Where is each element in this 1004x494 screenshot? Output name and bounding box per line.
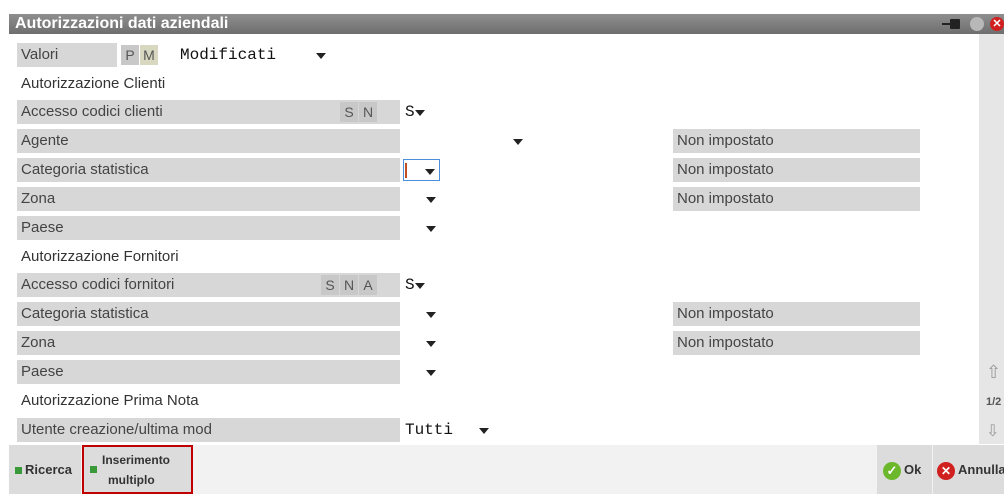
paese-fornitori-select[interactable]	[403, 361, 440, 383]
valori-label: Valori	[17, 43, 117, 67]
minimize-icon[interactable]	[970, 17, 984, 31]
accesso-clienti-option-s[interactable]: S	[340, 102, 358, 122]
chevron-down-icon	[479, 428, 489, 434]
valori-value: Modificati	[180, 46, 277, 64]
categoria-clienti-label: Categoria statistica	[17, 158, 400, 182]
green-square-icon	[90, 466, 97, 473]
check-icon: ✓	[883, 461, 901, 480]
categoria-clienti-select[interactable]	[403, 159, 440, 181]
accesso-fornitori-value: S	[405, 276, 415, 294]
accesso-fornitori-option-n[interactable]: N	[340, 275, 358, 295]
paese-clienti-select[interactable]	[403, 217, 440, 239]
scroll-page-indicator: 1/2	[986, 396, 1002, 408]
zona-clienti-select[interactable]	[403, 188, 440, 210]
agente-label: Agente	[17, 129, 400, 153]
valori-option-p[interactable]: P	[121, 45, 139, 65]
paese-clienti-label: Paese	[17, 216, 400, 240]
zona-fornitori-select[interactable]	[403, 332, 440, 354]
text-cursor	[405, 163, 407, 178]
green-square-icon	[15, 467, 22, 475]
utente-label: Utente creazione/ultima mod	[17, 418, 400, 442]
window-title: Autorizzazioni dati aziendali	[15, 15, 229, 32]
scroll-up-icon[interactable]: ⇧	[986, 362, 1001, 383]
accesso-clienti-options: S N	[340, 102, 378, 122]
zona-fornitori-label: Zona	[17, 331, 400, 355]
window-titlebar: Autorizzazioni dati aziendali ✕	[9, 14, 1004, 34]
chevron-down-icon	[513, 139, 523, 145]
agente-status: Non impostato	[673, 129, 920, 153]
close-icon[interactable]: ✕	[990, 17, 1004, 31]
valori-option-m[interactable]: M	[140, 45, 158, 65]
footer-toolbar: Ricerca Inserimento multiplo ✓ Ok ✕ Annull…	[9, 445, 1004, 494]
accesso-fornitori-option-a[interactable]: A	[359, 275, 377, 295]
scroll-down-icon[interactable]: ⇩	[986, 421, 999, 441]
section-prima-nota: Autorizzazione Prima Nota	[21, 392, 199, 409]
valori-select[interactable]: Modificati	[178, 44, 330, 66]
annulla-button[interactable]: ✕ Annulla	[933, 445, 1004, 494]
chevron-down-icon	[426, 197, 436, 203]
categoria-clienti-status: Non impostato	[673, 158, 920, 182]
chevron-down-icon	[415, 283, 425, 289]
chevron-down-icon	[316, 53, 326, 59]
ok-button[interactable]: ✓ Ok	[877, 445, 932, 494]
categoria-fornitori-select[interactable]	[403, 303, 440, 325]
zona-clienti-label: Zona	[17, 187, 400, 211]
categoria-fornitori-label: Categoria statistica	[17, 302, 400, 326]
utente-value: Tutti	[405, 421, 454, 439]
agente-select[interactable]	[403, 130, 527, 152]
paese-fornitori-label: Paese	[17, 360, 400, 384]
chevron-down-icon	[426, 370, 436, 376]
accesso-fornitori-options: S N A	[321, 275, 378, 295]
inserimento-multiplo-button[interactable]: Inserimento multiplo	[82, 445, 193, 494]
cancel-icon: ✕	[937, 461, 955, 480]
categoria-fornitori-status: Non impostato	[673, 302, 920, 326]
accesso-fornitori-option-s[interactable]: S	[321, 275, 339, 295]
zona-fornitori-status: Non impostato	[673, 331, 920, 355]
chevron-down-icon	[426, 341, 436, 347]
accesso-fornitori-select[interactable]: S	[403, 274, 429, 296]
titlebar-controls: ✕	[942, 14, 1004, 34]
section-fornitori: Autorizzazione Fornitori	[21, 248, 179, 265]
chevron-down-icon	[426, 226, 436, 232]
utente-select[interactable]: Tutti	[403, 419, 493, 441]
chevron-down-icon	[415, 110, 425, 116]
accesso-clienti-value: S	[405, 103, 415, 121]
accesso-clienti-select[interactable]: S	[403, 101, 429, 123]
chevron-down-icon	[425, 169, 435, 175]
accesso-clienti-option-n[interactable]: N	[359, 102, 377, 122]
pin-icon[interactable]	[942, 18, 964, 30]
ricerca-button[interactable]: Ricerca	[9, 445, 81, 494]
section-clienti: Autorizzazione Clienti	[21, 75, 166, 92]
zona-clienti-status: Non impostato	[673, 187, 920, 211]
chevron-down-icon	[426, 312, 436, 318]
valori-options: P M	[121, 45, 159, 65]
